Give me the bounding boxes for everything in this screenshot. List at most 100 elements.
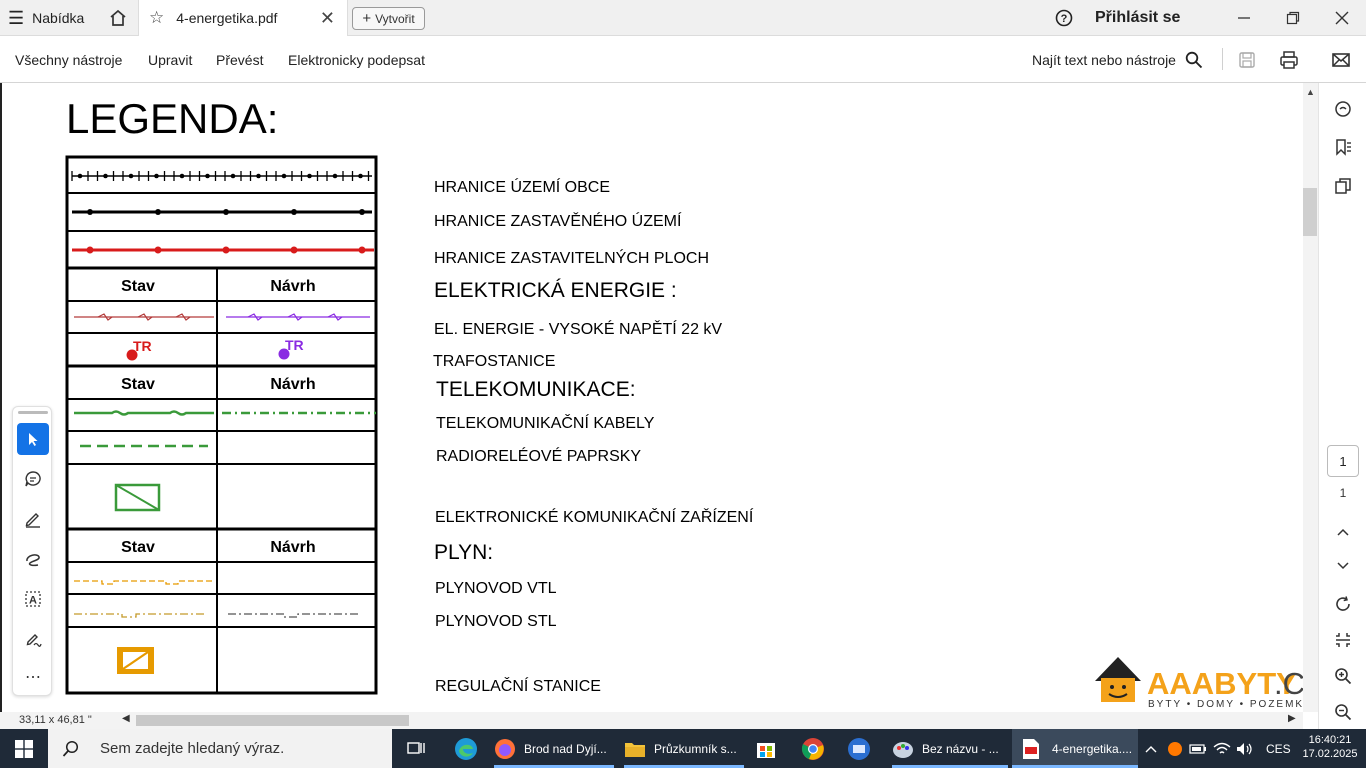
zoom-in-button[interactable] xyxy=(1319,663,1366,689)
label-hranice-obce: HRANICE ÚZEMÍ OBCE xyxy=(434,177,610,196)
aaabyty-logo: AAABYTY .CZ BYTY • DOMY • POZEMKY xyxy=(1095,657,1303,710)
tab-document[interactable]: ☆ 4-energetika.pdf ✕ xyxy=(138,0,348,36)
fit-page-button[interactable] xyxy=(1319,627,1366,653)
symbol-telekom-stav xyxy=(74,410,214,416)
col-navrh-header: Návrh xyxy=(270,278,315,295)
title-bar: ☰ Nabídka ☆ 4-energetika.pdf ✕ + Vytvoři… xyxy=(0,0,1366,36)
taskbar-app-label: Bez názvu - ... xyxy=(922,741,999,756)
horizontal-scroll-thumb[interactable] xyxy=(136,715,409,726)
scroll-right-arrow[interactable]: ▶ xyxy=(1288,713,1296,724)
thunderbird-app[interactable] xyxy=(846,729,872,768)
refresh-button[interactable] xyxy=(1319,591,1366,617)
label-stl: PLYNOVOD STL xyxy=(435,613,557,630)
taskbar-app-paint[interactable]: Bez názvu - ... xyxy=(892,729,1008,768)
bookmarks-panel-button[interactable] xyxy=(1319,133,1366,161)
legend-heading: LEGENDA: xyxy=(66,95,278,142)
menu-button[interactable]: ☰ Nabídka xyxy=(8,0,84,36)
col-stav-header: Stav xyxy=(121,278,155,295)
restore-button[interactable] xyxy=(1271,0,1315,36)
legend-table xyxy=(65,155,378,695)
comment-icon xyxy=(1335,101,1351,117)
signature-icon xyxy=(26,634,42,647)
pages-panel-button[interactable] xyxy=(1319,172,1366,200)
edit-menu[interactable]: Upravit xyxy=(148,36,192,83)
find-tools-button[interactable]: Najít text nebo nástroje xyxy=(1032,36,1203,83)
label-hranice-zastaveneho: HRANICE ZASTAVĚNÉHO ÚZEMÍ xyxy=(434,211,682,230)
acrobat-toolbar: Všechny nástroje Upravit Převést Elektro… xyxy=(0,36,1366,83)
taskbar-app-firefox[interactable]: Brod nad Dyjí... xyxy=(494,729,614,768)
vertical-scroll-thumb[interactable] xyxy=(1303,188,1317,236)
highlight-tool-button[interactable] xyxy=(17,503,49,535)
refresh-icon xyxy=(1336,596,1350,611)
convert-menu[interactable]: Převést xyxy=(216,36,263,83)
cursor-icon xyxy=(29,433,38,446)
start-button[interactable] xyxy=(0,729,48,768)
scroll-left-arrow[interactable]: ◀ xyxy=(122,713,130,724)
volume-indicator[interactable] xyxy=(1235,729,1255,768)
speaker-icon xyxy=(1237,742,1252,755)
pages-icon xyxy=(1335,178,1351,194)
scroll-up-arrow[interactable]: ▲ xyxy=(1306,87,1315,97)
pdf-icon xyxy=(1023,738,1039,759)
tray-app-icon[interactable] xyxy=(1166,729,1184,768)
comment-tool-button[interactable] xyxy=(17,463,49,495)
comment-add-icon xyxy=(25,471,41,487)
paint-icon xyxy=(893,741,913,758)
esign-menu[interactable]: Elektronicky podepsat xyxy=(288,36,425,83)
search-icon xyxy=(1185,51,1203,68)
previous-page-button[interactable] xyxy=(1319,519,1366,545)
keyboard-language[interactable]: CES xyxy=(1266,729,1291,768)
vertical-scrollbar[interactable]: ▲ xyxy=(1303,83,1318,712)
pdf-document-view[interactable]: LEGENDA: Stav Návrh TR TR Stav Návrh Sta… xyxy=(0,83,1303,712)
draw-tool-button[interactable] xyxy=(17,543,49,575)
taskbar-app-explorer[interactable]: Průzkumník s... xyxy=(624,729,744,768)
taskbar-app-acrobat[interactable]: 4-energetika.... xyxy=(1012,729,1138,768)
status-bar: 33,11 x 46,81 " ◀ ▶ xyxy=(0,712,1303,729)
save-icon xyxy=(1239,51,1255,68)
signin-button[interactable]: Přihlásit se xyxy=(1095,0,1180,36)
home-button[interactable] xyxy=(104,0,132,36)
chrome-app[interactable] xyxy=(800,729,826,768)
label-radiorele: RADIORELÉOVÉ PAPRSKY xyxy=(436,446,641,465)
edge-app[interactable] xyxy=(452,729,480,768)
label-telekom-kabely: TELEKOMUNIKAČNÍ KABELY xyxy=(436,413,655,432)
star-icon[interactable]: ☆ xyxy=(149,8,164,28)
more-tools-button[interactable]: ⋯ xyxy=(17,661,49,693)
minimize-button[interactable] xyxy=(1222,0,1266,36)
all-tools-menu[interactable]: Všechny nástroje xyxy=(15,36,122,83)
page-number-input[interactable]: 1 xyxy=(1327,445,1359,477)
battery-indicator[interactable] xyxy=(1189,729,1207,768)
save-button[interactable] xyxy=(1238,36,1256,83)
close-window-button[interactable] xyxy=(1320,0,1364,36)
svg-text:BYTY • DOMY • POZEMKY: BYTY • DOMY • POZEMKY xyxy=(1148,699,1303,710)
fit-page-icon xyxy=(1336,633,1350,647)
label-vysoke-napeti: EL. ENERGIE - VYSOKÉ NAPĚTÍ 22 kV xyxy=(434,319,722,338)
drag-handle[interactable] xyxy=(18,411,48,414)
new-tab-button[interactable]: + Vytvořit xyxy=(352,7,425,30)
close-tab-icon[interactable]: ✕ xyxy=(320,8,335,29)
sign-tool-button[interactable] xyxy=(17,623,49,655)
symbol-vtl-stav xyxy=(74,580,214,585)
next-page-button[interactable] xyxy=(1319,553,1366,579)
symbol-regulacni-stav xyxy=(117,647,154,674)
tray-expand-button[interactable] xyxy=(1143,729,1159,768)
store-app[interactable] xyxy=(754,729,778,768)
text-tool-button[interactable]: A xyxy=(17,583,49,615)
task-view-button[interactable] xyxy=(404,729,428,768)
taskbar-search-placeholder: Sem zadejte hledaný výraz. xyxy=(100,740,285,757)
plus-icon: + xyxy=(362,10,372,27)
email-button[interactable] xyxy=(1331,36,1351,83)
network-indicator[interactable] xyxy=(1212,729,1232,768)
svg-text:TR: TR xyxy=(133,338,152,354)
clock[interactable]: 16:40:21 17.02.2025 xyxy=(1300,731,1360,766)
taskbar-search[interactable]: Sem zadejte hledaný výraz. xyxy=(48,729,392,768)
section-plyn: PLYN: xyxy=(434,541,493,564)
comments-panel-button[interactable] xyxy=(1319,95,1366,123)
print-button[interactable] xyxy=(1279,36,1299,83)
select-tool-button[interactable] xyxy=(17,423,49,455)
taskbar-app-label: 4-energetika.... xyxy=(1052,741,1133,756)
help-button[interactable]: ? xyxy=(1054,0,1074,36)
clock-time: 16:40:21 xyxy=(1308,734,1352,746)
zoom-out-button[interactable] xyxy=(1319,699,1366,725)
new-tab-label: Vytvořit xyxy=(375,11,415,26)
